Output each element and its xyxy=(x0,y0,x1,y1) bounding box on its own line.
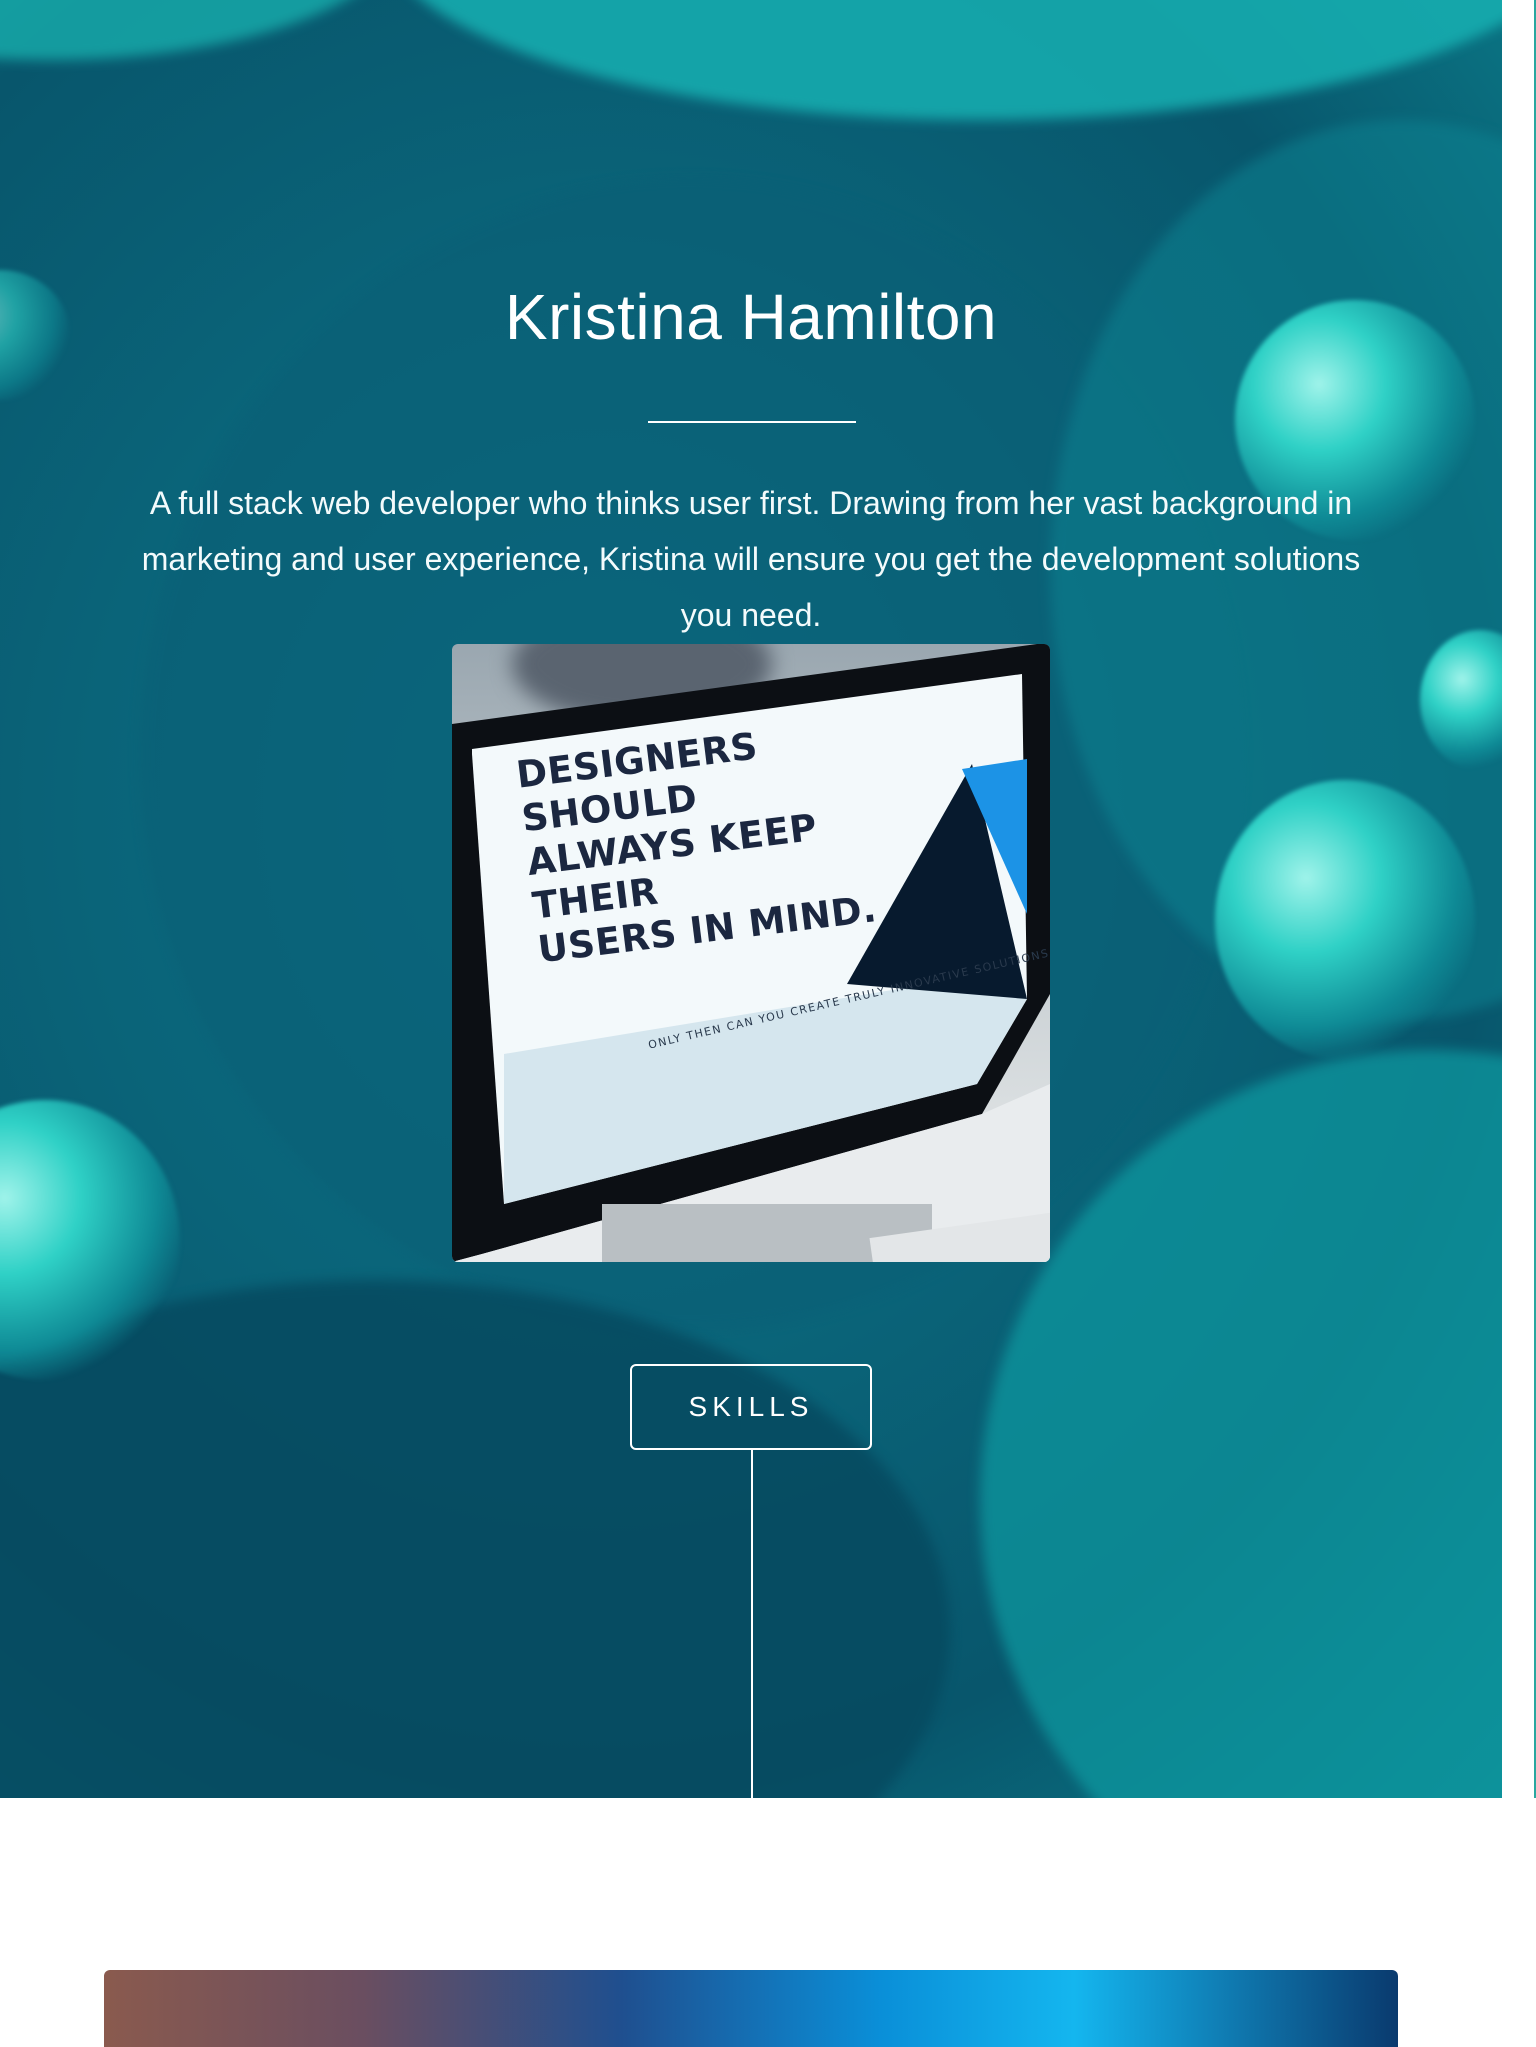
hero-image: DESIGNERS SHOULD ALWAYS KEEP THEIR USERS… xyxy=(452,644,1050,1262)
skills-connector-line xyxy=(751,1450,753,1798)
background-blob xyxy=(0,0,400,60)
next-section-image xyxy=(104,1970,1398,2047)
page-title: Kristina Hamilton xyxy=(504,281,998,353)
scroll-edge xyxy=(1502,0,1536,1798)
bio-text: A full stack web developer who thinks us… xyxy=(141,485,1361,633)
background-blob xyxy=(0,1280,950,1798)
hero-section: Kristina Hamilton A full stack web devel… xyxy=(0,0,1502,1798)
title-divider xyxy=(648,421,856,423)
skills-button[interactable]: SKILLS xyxy=(630,1364,872,1450)
water-droplet xyxy=(1215,780,1475,1060)
background-blob xyxy=(380,0,1502,120)
